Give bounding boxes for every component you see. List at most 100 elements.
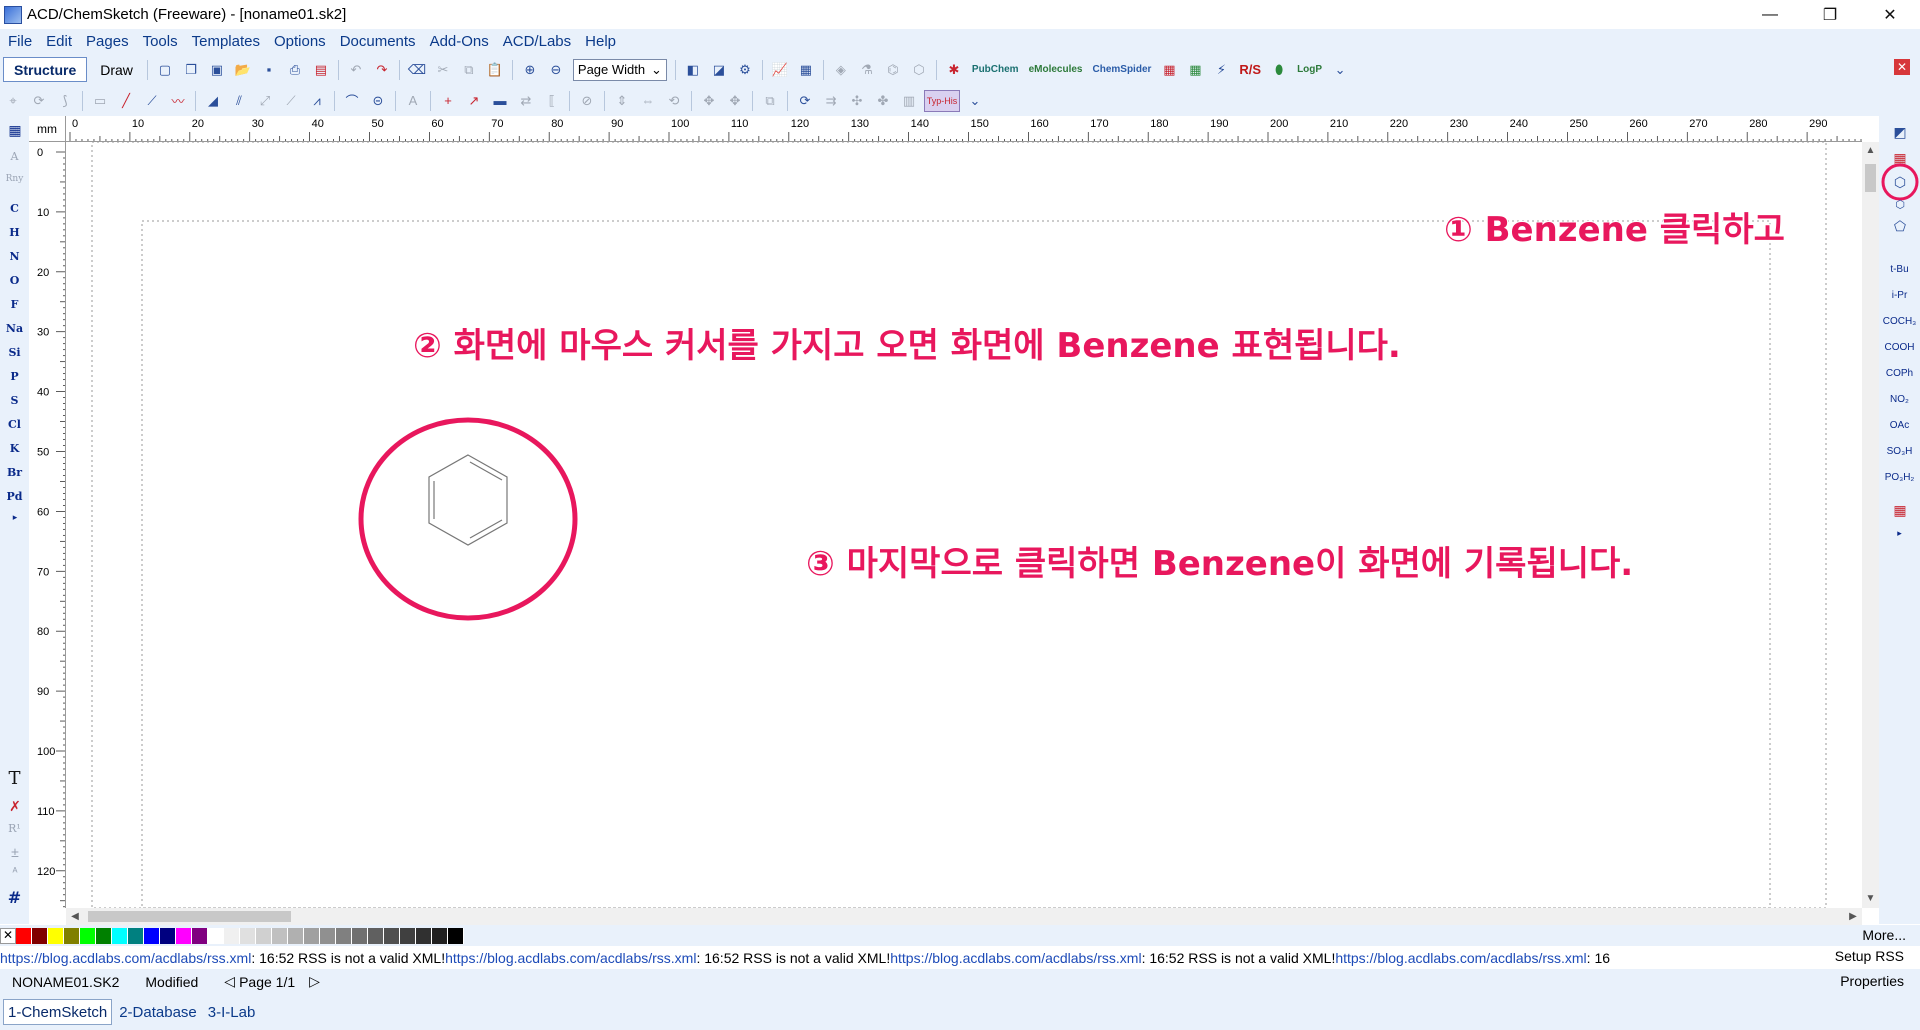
- pdf-icon[interactable]: ▤: [310, 59, 332, 81]
- color-swatch[interactable]: [80, 927, 96, 944]
- group-i-pr[interactable]: i-Pr: [1879, 290, 1920, 301]
- fragment-icon[interactable]: ✣: [846, 90, 868, 112]
- check-icon[interactable]: ⚡: [1210, 59, 1232, 81]
- expand-templates-icon[interactable]: ▸: [1879, 528, 1920, 539]
- benzene-structure[interactable]: [428, 454, 508, 546]
- paste-icon[interactable]: 📋: [484, 59, 506, 81]
- menu-templates[interactable]: Templates: [185, 33, 267, 50]
- print-icon[interactable]: ⎙: [284, 59, 306, 81]
- group-t-bu[interactable]: t-Bu: [1879, 264, 1920, 275]
- bond-type-icon[interactable]: ⤢: [254, 90, 276, 112]
- draw-chain-icon[interactable]: 〰: [167, 90, 189, 112]
- atom-cl-button[interactable]: Cl: [0, 418, 29, 431]
- rotate-icon[interactable]: ⟳: [28, 90, 50, 112]
- check-structure-icon[interactable]: ⊘: [576, 90, 598, 112]
- periodic-table-icon[interactable]: ▦: [4, 122, 26, 139]
- color-swatch[interactable]: [32, 927, 48, 944]
- name-icon[interactable]: ⚗: [856, 59, 878, 81]
- eraser-icon[interactable]: ⌫: [406, 59, 428, 81]
- save-icon[interactable]: ▪: [258, 59, 280, 81]
- atom-k-button[interactable]: K: [0, 442, 29, 455]
- scroll-down-icon[interactable]: ▼: [1862, 890, 1879, 908]
- structure-mode-button[interactable]: Structure: [3, 57, 88, 82]
- color-swatch[interactable]: [432, 927, 448, 944]
- color-swatch[interactable]: [336, 927, 352, 944]
- refresh-icon[interactable]: ⟳: [794, 90, 816, 112]
- more-templates-icon[interactable]: ▦: [1889, 500, 1911, 520]
- new-template-icon[interactable]: ▣: [206, 59, 228, 81]
- next-page-icon[interactable]: ▷: [309, 973, 320, 990]
- color-swatch[interactable]: [416, 927, 432, 944]
- table-icon[interactable]: ▦: [795, 59, 817, 81]
- cyclopentane-icon[interactable]: ⬠: [1889, 216, 1911, 236]
- atom-any-button[interactable]: Rny: [0, 174, 29, 184]
- typ-his-button[interactable]: Typ-His: [924, 89, 960, 112]
- select-icon[interactable]: ⌖: [2, 90, 24, 112]
- chart-icon[interactable]: 📈: [769, 59, 791, 81]
- r-group-button[interactable]: R¹: [0, 822, 29, 835]
- number-atoms-button[interactable]: #: [0, 888, 29, 907]
- rss-link[interactable]: https://blog.acdlabs.com/acdlabs/rss.xml: [445, 950, 696, 966]
- draw-continuous-icon[interactable]: ⟋: [141, 90, 163, 112]
- rss-link[interactable]: https://blog.acdlabs.com/acdlabs/rss.xml: [890, 950, 1141, 966]
- toolbar-overflow-icon[interactable]: ⌄: [1329, 59, 1351, 81]
- color-swatch[interactable]: [288, 927, 304, 944]
- group-no2[interactable]: NO₂: [1879, 394, 1920, 405]
- group-oac[interactable]: OAc: [1879, 420, 1920, 431]
- new-document-icon[interactable]: ❐: [180, 59, 202, 81]
- menu-acd-labs[interactable]: ACD/Labs: [496, 33, 578, 50]
- expand-atoms-icon[interactable]: ▸: [4, 512, 26, 523]
- clean-icon[interactable]: ⊝: [367, 90, 389, 112]
- color-swatch[interactable]: [272, 927, 288, 944]
- horizontal-scroll-thumb[interactable]: [88, 911, 291, 922]
- menu-options[interactable]: Options: [267, 33, 333, 50]
- color-swatch[interactable]: [320, 927, 336, 944]
- scroll-left-icon[interactable]: ◀: [66, 908, 84, 925]
- rs-button[interactable]: R/S: [1239, 62, 1261, 77]
- copy-structure-icon[interactable]: ⇉: [820, 90, 842, 112]
- add-charge-icon[interactable]: +: [437, 90, 459, 112]
- ring-icon[interactable]: ⬡: [908, 59, 930, 81]
- scroll-up-icon[interactable]: ▲: [1862, 142, 1879, 160]
- restore-button[interactable]: ❐: [1800, 0, 1860, 29]
- toolbar-overflow-icon[interactable]: ⌄: [964, 90, 986, 112]
- color-swatch[interactable]: [176, 927, 192, 944]
- charge-icon[interactable]: ±: [4, 844, 26, 860]
- 3d-optimize-icon[interactable]: ✤: [872, 90, 894, 112]
- atom-na-button[interactable]: Na: [0, 322, 29, 335]
- atom-s-button[interactable]: S: [0, 394, 29, 407]
- color-swatch[interactable]: [240, 927, 256, 944]
- menu-edit[interactable]: Edit: [39, 33, 79, 50]
- atom-br-button[interactable]: Br: [0, 466, 29, 479]
- cyclohexane-icon[interactable]: ⬡: [1889, 194, 1911, 214]
- menu-file[interactable]: File: [0, 33, 39, 50]
- color-swatch[interactable]: [160, 927, 176, 944]
- wedge-bond-icon[interactable]: ◢: [202, 90, 224, 112]
- hash-bond-icon[interactable]: ⫽: [228, 90, 250, 112]
- scroll-right-icon[interactable]: ▶: [1844, 908, 1862, 925]
- reaction-map-icon[interactable]: ⇄: [515, 90, 537, 112]
- close-button[interactable]: ✕: [1860, 0, 1920, 29]
- color-swatch[interactable]: [352, 927, 368, 944]
- menu-tools[interactable]: Tools: [136, 33, 185, 50]
- prev-page-icon[interactable]: ◁: [224, 973, 235, 990]
- draw-normal-icon[interactable]: ╱: [115, 90, 137, 112]
- color-swatch[interactable]: [192, 927, 208, 944]
- close-document-button[interactable]: ✕: [1894, 59, 1910, 75]
- 3d-viewer-icon[interactable]: ◪: [708, 59, 730, 81]
- color-swatch[interactable]: [144, 927, 160, 944]
- atom-label-icon[interactable]: A: [402, 90, 424, 112]
- color-swatch[interactable]: [448, 927, 464, 944]
- structure-properties-icon[interactable]: ◧: [682, 59, 704, 81]
- flip-vertical-icon[interactable]: ⇕: [611, 90, 633, 112]
- ring-chain-icon[interactable]: ⩘: [306, 90, 328, 112]
- color-swatch[interactable]: [96, 927, 112, 944]
- group-coph[interactable]: COPh: [1879, 368, 1920, 379]
- hydrogen-icon[interactable]: ⚙: [734, 59, 756, 81]
- atom-f-button[interactable]: F: [0, 298, 29, 311]
- group-coch3[interactable]: COCH₃: [1879, 316, 1920, 327]
- delete-atom-icon[interactable]: ✗: [4, 798, 26, 815]
- minimize-button[interactable]: —: [1740, 0, 1800, 29]
- zoom-select[interactable]: Page Width ⌄: [572, 58, 667, 81]
- group-cooh[interactable]: COOH: [1879, 342, 1920, 353]
